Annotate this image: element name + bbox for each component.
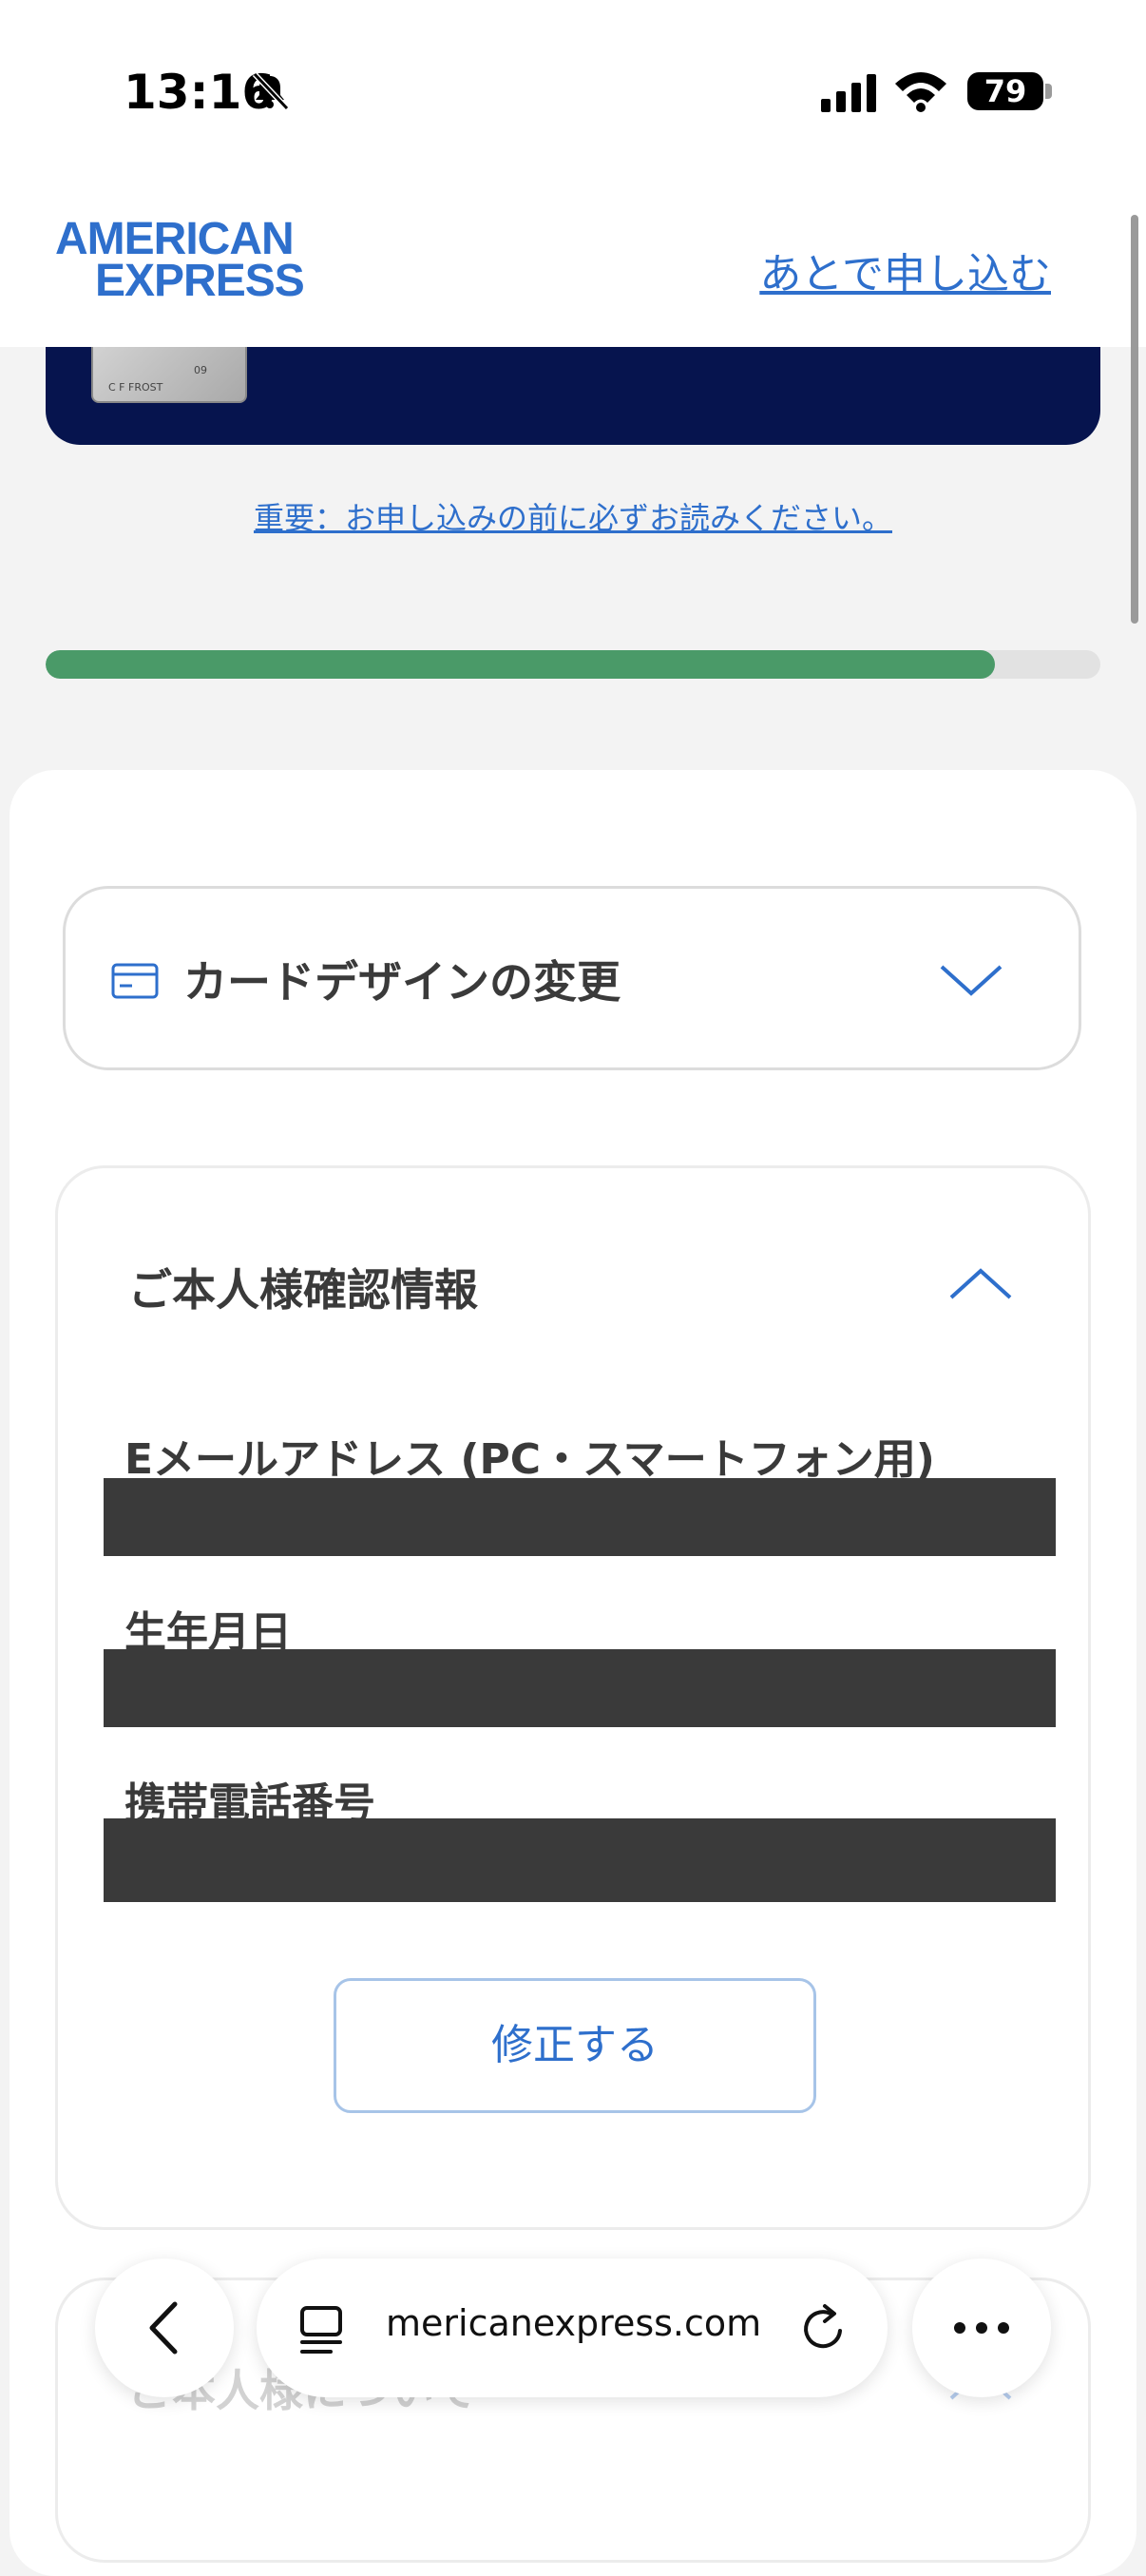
bell-slash-icon <box>252 71 290 111</box>
credit-card-icon <box>111 963 159 999</box>
mobile-phone-value-redacted <box>104 1818 1056 1902</box>
birthdate-value-redacted <box>104 1649 1056 1727</box>
logo-line-2: EXPRESS <box>95 256 305 306</box>
status-bar: 13:16 79 <box>0 0 1146 190</box>
tabs-icon[interactable] <box>298 2304 348 2357</box>
progress-bar <box>46 650 1100 679</box>
progress-fill <box>46 650 995 679</box>
battery-cap <box>1045 84 1052 99</box>
apply-later-link[interactable]: あとで申し込む <box>759 240 1051 300</box>
url-text: mericanexpress.com <box>386 2302 762 2344</box>
chevron-down-icon[interactable] <box>938 961 1004 999</box>
card-thumb-number: 09 <box>194 364 207 376</box>
edit-button[interactable]: 修正する <box>334 1978 816 2113</box>
identity-info-title[interactable]: ご本人様確認情報 <box>128 1256 478 1318</box>
wifi-icon <box>895 72 946 112</box>
email-label: Eメールアドレス (PC・スマートフォン用) <box>124 1435 935 1484</box>
chevron-left-icon <box>149 2301 178 2355</box>
card-design-title: カードデザインの変更 <box>183 956 621 1008</box>
chevron-up-icon[interactable] <box>947 1265 1014 1303</box>
card-design-accordion[interactable]: カードデザインの変更 <box>63 886 1081 1070</box>
ellipsis-icon <box>954 2322 1009 2334</box>
important-notice-link[interactable]: 重要：お申し込みの前に必ずお読みください。 <box>0 494 1146 538</box>
logo-line-1: AMERICAN <box>55 214 295 264</box>
battery-indicator: 79 <box>967 72 1043 110</box>
card-thumb-name: C F FROST <box>108 381 163 394</box>
reload-icon[interactable] <box>798 2302 850 2354</box>
cellular-signal-icon <box>821 74 876 112</box>
browser-back-button[interactable] <box>95 2259 234 2397</box>
email-value-redacted <box>104 1478 1056 1556</box>
amex-logo[interactable]: AMERICAN EXPRESS <box>55 214 340 306</box>
page-scrollbar[interactable] <box>1131 215 1138 624</box>
site-header: AMERICAN EXPRESS あとで申し込む <box>0 190 1146 347</box>
address-bar[interactable]: mericanexpress.com <box>257 2259 888 2397</box>
identity-info-accordion: ご本人様確認情報 Eメールアドレス (PC・スマートフォン用) 生年月日 携帯電… <box>55 1165 1091 2230</box>
browser-more-button[interactable] <box>912 2259 1051 2397</box>
